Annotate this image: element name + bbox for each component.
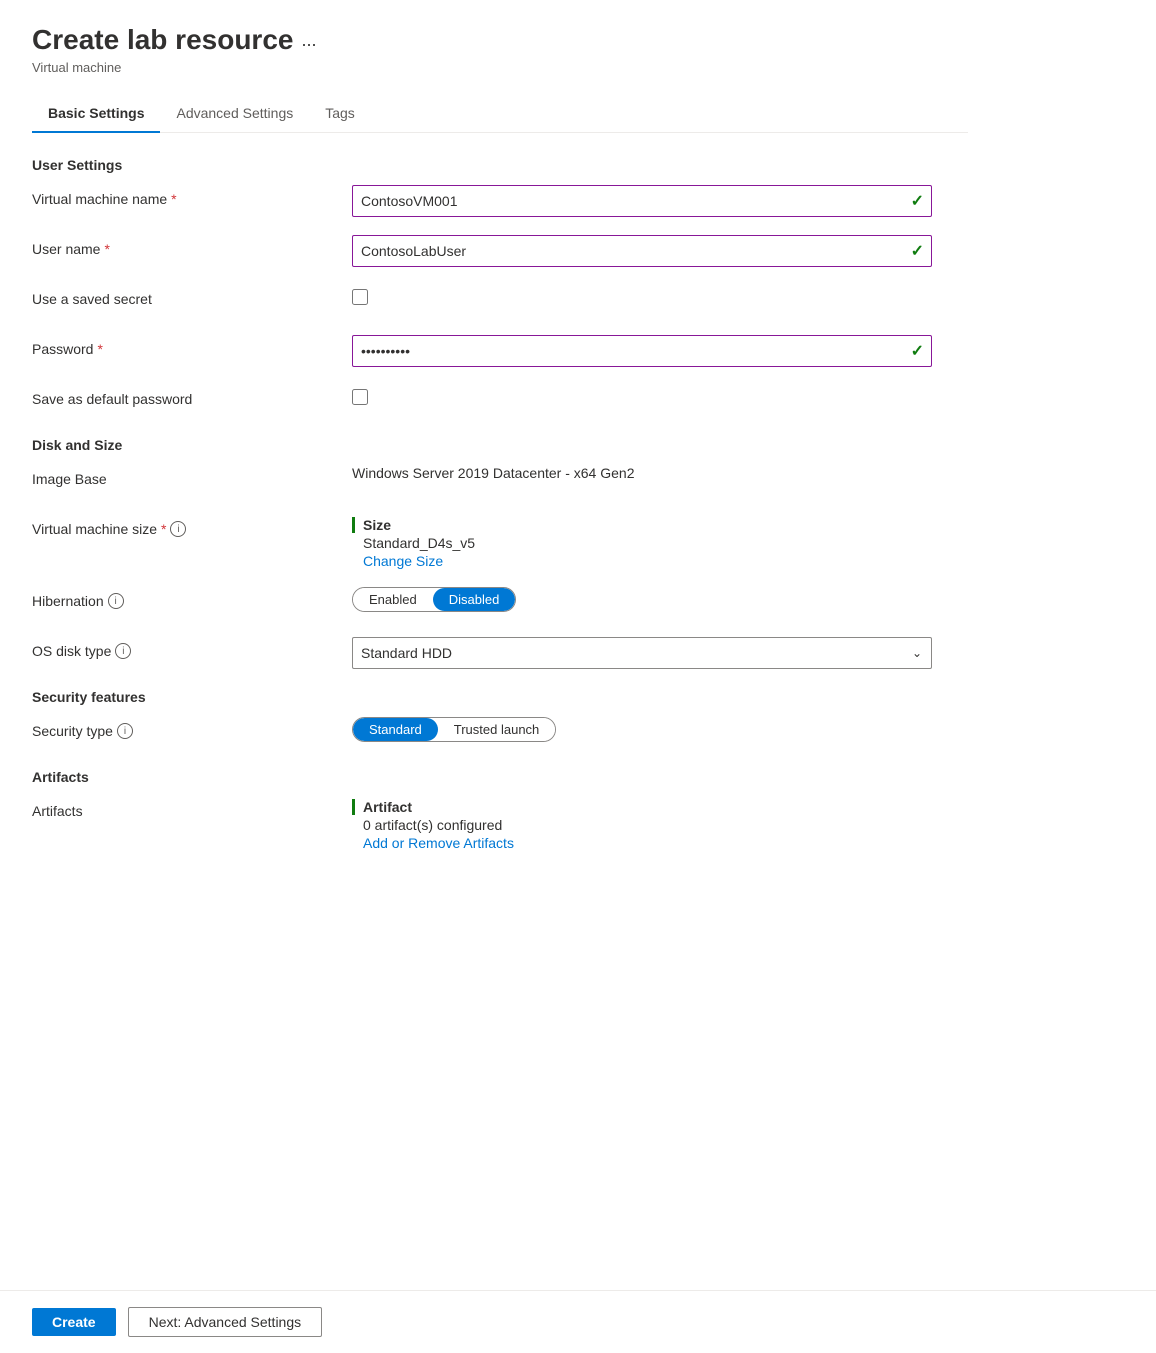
ellipsis-button[interactable]: ... (301, 30, 316, 51)
vm-size-required: * (161, 521, 166, 537)
security-standard-btn[interactable]: Standard (353, 718, 438, 741)
image-base-row: Image Base Windows Server 2019 Datacente… (32, 465, 968, 497)
security-type-toggle-group: Standard Trusted launch (352, 717, 556, 742)
os-disk-type-row: OS disk type i Standard HDD Standard SSD… (32, 637, 968, 669)
image-base-control: Windows Server 2019 Datacenter - x64 Gen… (352, 465, 968, 481)
page-subtitle: Virtual machine (32, 60, 968, 75)
os-disk-type-select[interactable]: Standard HDD Standard SSD Premium SSD (352, 637, 932, 669)
vm-size-control: Size Standard_D4s_v5 Change Size (352, 515, 968, 569)
security-type-info-icon[interactable]: i (117, 723, 133, 739)
image-base-value: Windows Server 2019 Datacenter - x64 Gen… (352, 459, 634, 481)
vm-name-label: Virtual machine name * (32, 185, 352, 207)
user-name-input[interactable] (352, 235, 932, 267)
security-type-control: Standard Trusted launch (352, 717, 968, 742)
tabs-container: Basic Settings Advanced Settings Tags (32, 95, 968, 133)
hibernation-control: Enabled Disabled (352, 587, 968, 612)
security-features-header: Security features (32, 689, 968, 705)
os-disk-type-label: OS disk type i (32, 637, 352, 659)
artifacts-section-header: Artifacts (32, 769, 968, 785)
use-saved-secret-row: Use a saved secret (32, 285, 968, 317)
hibernation-toggle-group: Enabled Disabled (352, 587, 516, 612)
password-check-icon: ✓ (911, 341, 924, 361)
user-name-label: User name * (32, 235, 352, 257)
vm-name-required: * (171, 191, 176, 207)
user-name-required: * (104, 241, 109, 257)
password-control: ✓ (352, 335, 968, 367)
security-type-row: Security type i Standard Trusted launch (32, 717, 968, 749)
size-heading: Size (352, 517, 968, 533)
use-saved-secret-control (352, 285, 968, 305)
user-name-check-icon: ✓ (911, 241, 924, 261)
size-value: Standard_D4s_v5 (352, 535, 968, 551)
add-remove-artifacts-link[interactable]: Add or Remove Artifacts (352, 835, 968, 851)
security-trusted-btn[interactable]: Trusted launch (438, 718, 556, 741)
vm-name-control: ✓ (352, 185, 968, 217)
change-size-link[interactable]: Change Size (352, 553, 968, 569)
vm-name-check-icon: ✓ (911, 191, 924, 211)
tab-basic-settings[interactable]: Basic Settings (32, 95, 160, 133)
user-name-row: User name * ✓ (32, 235, 968, 267)
artifact-count: 0 artifact(s) configured (352, 817, 968, 833)
os-disk-type-info-icon[interactable]: i (115, 643, 131, 659)
create-button[interactable]: Create (32, 1308, 116, 1336)
tab-tags[interactable]: Tags (309, 95, 371, 133)
image-base-label: Image Base (32, 465, 352, 487)
page-title: Create lab resource (32, 24, 293, 56)
bottom-bar: Create Next: Advanced Settings (0, 1290, 1156, 1353)
artifact-block: Artifact 0 artifact(s) configured Add or… (352, 797, 968, 851)
hibernation-disabled-btn[interactable]: Disabled (433, 588, 516, 611)
user-settings-header: User Settings (32, 157, 968, 173)
user-name-control: ✓ (352, 235, 968, 267)
vm-size-info-icon[interactable]: i (170, 521, 186, 537)
vm-size-label: Virtual machine size * i (32, 515, 352, 537)
security-type-label: Security type i (32, 717, 352, 739)
vm-size-row: Virtual machine size * i Size Standard_D… (32, 515, 968, 569)
artifacts-row: Artifacts Artifact 0 artifact(s) configu… (32, 797, 968, 851)
vm-name-input[interactable] (352, 185, 932, 217)
vm-name-row: Virtual machine name * ✓ (32, 185, 968, 217)
os-disk-type-control: Standard HDD Standard SSD Premium SSD ⌄ (352, 637, 968, 669)
save-default-password-row: Save as default password (32, 385, 968, 417)
password-input[interactable] (352, 335, 932, 367)
hibernation-enabled-btn[interactable]: Enabled (353, 588, 433, 611)
use-saved-secret-label: Use a saved secret (32, 285, 352, 307)
hibernation-info-icon[interactable]: i (108, 593, 124, 609)
use-saved-secret-checkbox[interactable] (352, 289, 368, 305)
password-label: Password * (32, 335, 352, 357)
artifact-heading: Artifact (352, 799, 968, 815)
password-required: * (97, 341, 102, 357)
hibernation-row: Hibernation i Enabled Disabled (32, 587, 968, 619)
save-default-password-checkbox[interactable] (352, 389, 368, 405)
save-default-password-control (352, 385, 968, 405)
size-block: Size Standard_D4s_v5 Change Size (352, 515, 968, 569)
password-row: Password * ✓ (32, 335, 968, 367)
tab-advanced-settings[interactable]: Advanced Settings (160, 95, 309, 133)
artifacts-control: Artifact 0 artifact(s) configured Add or… (352, 797, 968, 851)
next-advanced-settings-button[interactable]: Next: Advanced Settings (128, 1307, 323, 1337)
disk-and-size-header: Disk and Size (32, 437, 968, 453)
hibernation-label: Hibernation i (32, 587, 352, 609)
save-default-password-label: Save as default password (32, 385, 352, 407)
artifacts-label: Artifacts (32, 797, 352, 819)
